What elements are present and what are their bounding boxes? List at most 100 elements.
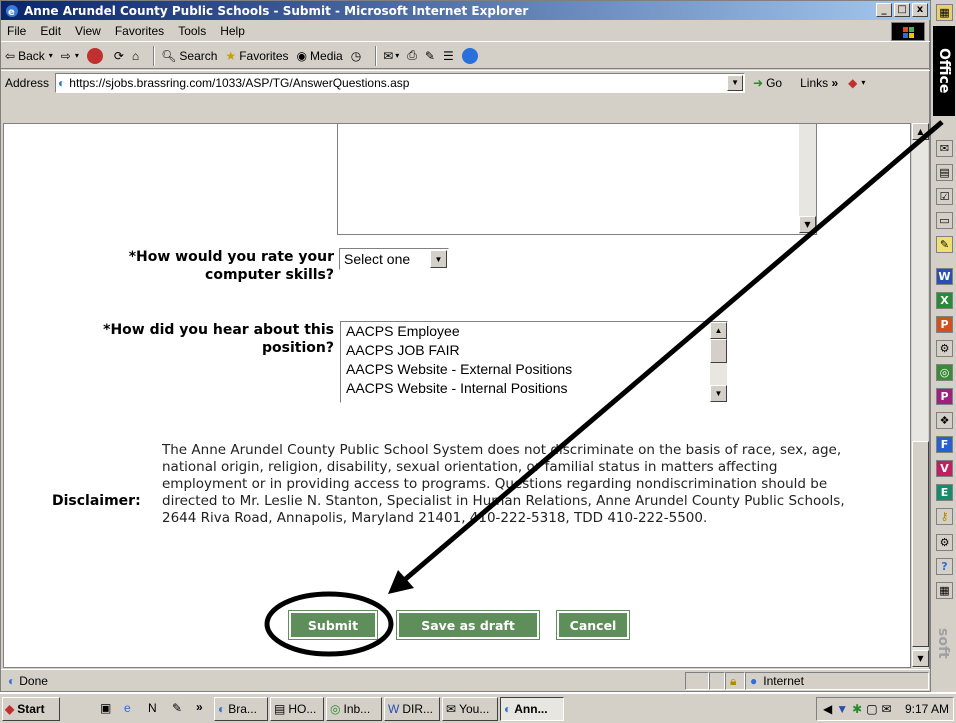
search-button[interactable]: 🔍︎ Search [161,49,217,63]
calendar-icon[interactable]: ▤ [936,164,953,181]
scroll-down-icon[interactable]: ▼ [912,650,929,667]
list-option[interactable]: AACPS Website - Internal Positions [341,379,727,398]
mail-button[interactable]: ✉ ▾ [383,49,399,63]
task-mail-icon: ✉ [446,702,457,716]
listbox-scroll-thumb[interactable] [710,339,727,363]
project-icon[interactable]: ◎ [936,364,953,381]
cancel-button[interactable]: Cancel [556,610,630,640]
norton-icon[interactable]: ◆ [848,76,857,90]
task-button-active[interactable]: ◐ Ann... [500,697,564,721]
key-icon[interactable]: ⚷ [936,508,953,525]
menu-tools[interactable]: Tools [178,24,206,38]
page-scrollbar[interactable]: ▲ ▼ [911,123,929,668]
links-button[interactable]: Links » [800,76,838,90]
task-outlook-icon: ◎ [330,702,341,716]
excel-icon[interactable]: X [936,292,953,309]
taskbar: ◆ Start ▣ e N ✎ » ◐ Bra... ▤ HO... ◎ Inb...… [0,692,956,723]
publisher-icon[interactable]: P [936,388,953,405]
close-button[interactable]: x [912,3,928,17]
edit-icon: ✎ [424,48,435,63]
scroll-up-icon[interactable]: ▲ [710,322,727,339]
minimize-button[interactable]: _ [876,3,892,17]
windows-logo-icon [891,22,925,41]
scroll-down-icon[interactable]: ▼ [799,216,816,233]
settings-gear-icon[interactable]: ⚙ [936,534,953,551]
hear-about-listbox[interactable]: AACPS Employee AACPS JOB FAIR AACPS Webs… [340,321,728,403]
media-button[interactable]: ◉ Media [297,49,343,63]
note-icon[interactable]: ✎ [936,236,953,253]
links-label: Links [800,75,829,90]
address-input[interactable]: ◐ https://sjobs.brassring.com/1033/ASP/T… [55,72,746,93]
save-draft-button[interactable]: Save as draft [396,610,540,640]
task-icon[interactable]: ☑ [936,188,953,205]
antivirus-icon[interactable]: ✱ [852,702,862,716]
messenger-button[interactable] [461,47,481,64]
list-option[interactable]: AACPS Website - External Positions [341,360,727,379]
task-label: Inb... [343,702,371,716]
help-icon[interactable]: ? [936,558,953,575]
start-button[interactable]: ◆ Start [2,697,60,721]
menu-file[interactable]: File [7,24,26,38]
maximize-button[interactable]: □ [894,3,910,17]
task-button[interactable]: ▤ HO... [270,697,324,721]
contact-icon[interactable]: ▭ [936,212,953,229]
quicklaunch-more-icon[interactable]: » [196,700,203,714]
listbox-scrollbar[interactable]: ▲ ▼ [710,322,727,402]
volume-icon[interactable]: ◀ [823,702,832,716]
ie-window: e Anne Arundel County Public Schools - S… [0,0,931,692]
svg-text:e: e [8,7,15,18]
frontpage-icon[interactable]: F [936,436,953,453]
menu-favorites[interactable]: Favorites [115,24,164,38]
word-icon[interactable]: W [936,268,953,285]
display-icon[interactable]: ▢ [866,702,877,716]
quicklaunch-ie-icon[interactable]: e [124,701,131,715]
list-option[interactable]: AACPS JOB FAIR [341,341,727,360]
history-button[interactable]: ◷ [351,49,361,63]
menu-edit[interactable]: Edit [40,24,61,38]
scroll-down-icon[interactable]: ▼ [710,385,727,402]
chevron-down-icon[interactable]: ▼ [430,250,447,268]
mail-tray-icon[interactable]: ✉ [882,702,892,716]
back-button[interactable]: ⇦ Back ▾ [5,49,53,63]
search-label: Search [179,48,218,63]
refresh-button[interactable]: ⟳ [114,49,124,63]
discuss-button[interactable]: ☰ [443,49,454,63]
home-button[interactable]: ⌂ [132,49,139,63]
answer-textarea[interactable]: ▼ [337,124,817,235]
computer-skills-select[interactable]: Select one ▼ [339,248,449,270]
norton-dropdown-icon[interactable]: ▾ [861,78,865,87]
mail-dropdown-icon: ▾ [395,51,400,60]
page-content: ▼ *How would you rate your computer skil… [3,123,911,668]
menu-view[interactable]: View [75,24,101,38]
task-button[interactable]: ✉ You... [442,697,498,721]
binder-icon[interactable]: ❖ [936,412,953,429]
quicklaunch-edit-icon[interactable]: ✎ [172,701,182,715]
print-button[interactable]: ⎙ [407,48,417,63]
quicklaunch-desktop-icon[interactable]: ▣ [100,701,111,715]
go-button[interactable]: ➜ Go [753,76,782,90]
office-menu-icon[interactable]: ▦ [936,4,953,21]
textarea-scrollbar[interactable]: ▼ [799,124,816,234]
powerpoint-icon[interactable]: P [936,316,953,333]
page-scroll-thumb[interactable] [912,441,929,647]
stop-button[interactable] [86,47,106,64]
forward-button[interactable]: ⇨ ▾ [61,49,79,63]
task-button[interactable]: ◐ Bra... [214,697,268,721]
edit-button[interactable]: ✎ [425,49,435,63]
title-bar[interactable]: e Anne Arundel County Public Schools - S… [1,1,931,20]
address-dropdown-button[interactable]: ▼ [727,74,744,91]
mixed-apps-icon[interactable]: ▦ [936,582,953,599]
favorites-button[interactable]: ★ Favorites [225,49,288,63]
photo-editor-icon[interactable]: E [936,484,953,501]
network-icon[interactable]: ▼ [836,702,848,716]
outlook-mail-icon[interactable]: ✉ [936,140,953,157]
access-icon[interactable]: ⚙ [936,340,953,357]
task-button[interactable]: W DIR... [384,697,440,721]
visio-icon[interactable]: V [936,460,953,477]
scroll-up-icon[interactable]: ▲ [912,123,929,140]
task-button[interactable]: ◎ Inb... [326,697,382,721]
submit-button[interactable]: Submit [288,610,378,640]
quicklaunch-n-icon[interactable]: N [148,701,157,715]
menu-help[interactable]: Help [220,24,245,38]
list-option[interactable]: AACPS Employee [341,322,727,341]
